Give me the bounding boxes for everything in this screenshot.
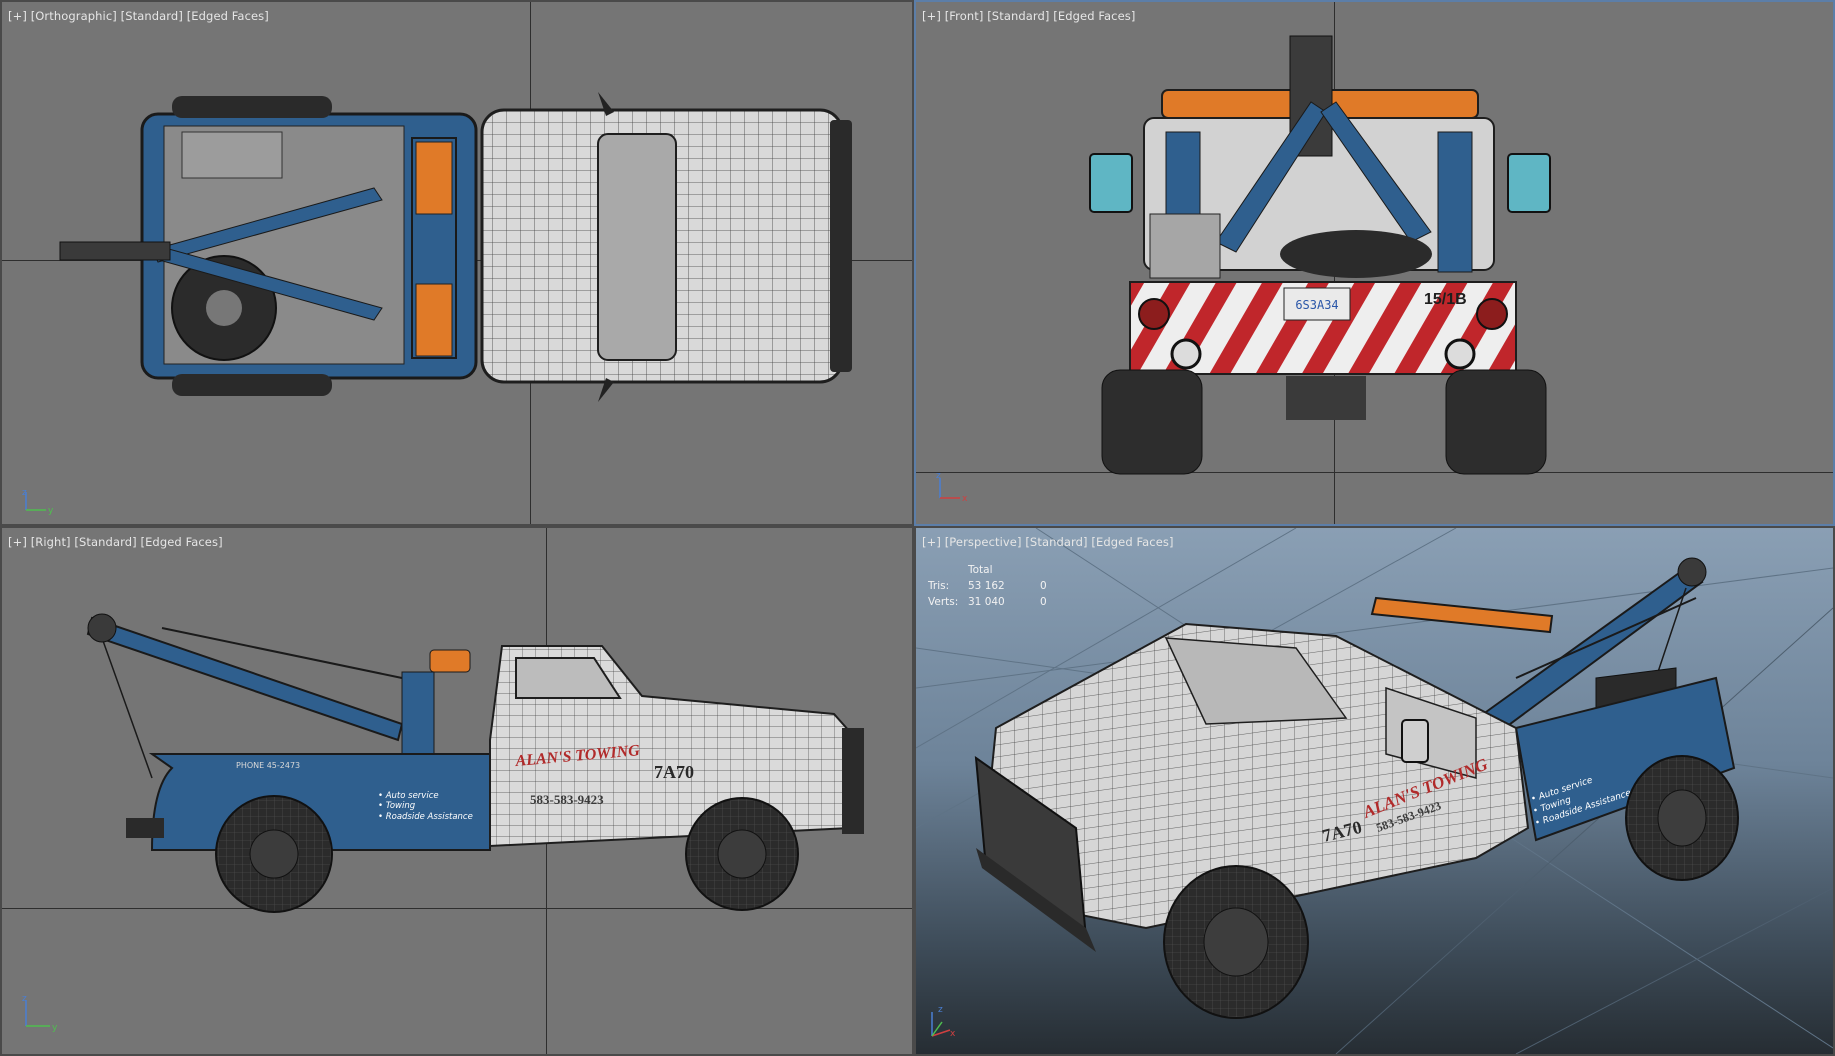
truck-side-view: PHONE 45-2473 • Auto service • Towing • … <box>86 613 864 913</box>
service-line-3: • Roadside Assistance <box>378 812 473 822</box>
axis-gizmo: z y <box>22 488 54 516</box>
axis-gizmo: z x <box>931 1005 956 1039</box>
service-line-2: • Towing <box>378 801 416 811</box>
truck-top-view <box>59 92 852 402</box>
truck-front-view: 6S3A34 15/1B <box>1089 35 1551 475</box>
viewport-right[interactable]: [+] [Right] [Standard] [Edged Faces] PHO… <box>0 526 914 1056</box>
viewport-grid: [+] [Orthographic] [Standard] [Edged Fac… <box>0 0 1835 1056</box>
service-line-1: • Auto service <box>378 791 439 801</box>
axis-gizmo: z x <box>936 471 968 504</box>
axis-label-z: z <box>936 471 941 481</box>
axis-label-x: x <box>950 1029 956 1039</box>
axis-label-x: x <box>962 494 968 504</box>
unit-number: 15/1B <box>1424 291 1467 308</box>
unit-number: 7A70 <box>654 762 694 782</box>
door-phone: 583-583-9423 <box>530 792 604 807</box>
axis-label-y: y <box>52 1023 58 1033</box>
viewport-front[interactable]: [+] [Front] [Standard] [Edged Faces] 6S3… <box>914 0 1835 526</box>
license-plate: 6S3A34 <box>1295 298 1338 312</box>
truck-perspective-view: • Auto service • Towing • Roadside Assis… <box>974 557 1739 1019</box>
axis-label-z: z <box>938 1005 943 1015</box>
bed-phone-text: PHONE 45-2473 <box>236 761 300 770</box>
viewport-perspective[interactable]: [+] [Perspective] [Standard] [Edged Face… <box>914 526 1835 1056</box>
axis-label-y: y <box>48 506 54 516</box>
axis-label-z: z <box>22 488 27 498</box>
axis-gizmo: z y <box>22 994 58 1033</box>
viewport-top[interactable]: [+] [Orthographic] [Standard] [Edged Fac… <box>0 0 914 526</box>
axis-label-z: z <box>22 994 27 1004</box>
